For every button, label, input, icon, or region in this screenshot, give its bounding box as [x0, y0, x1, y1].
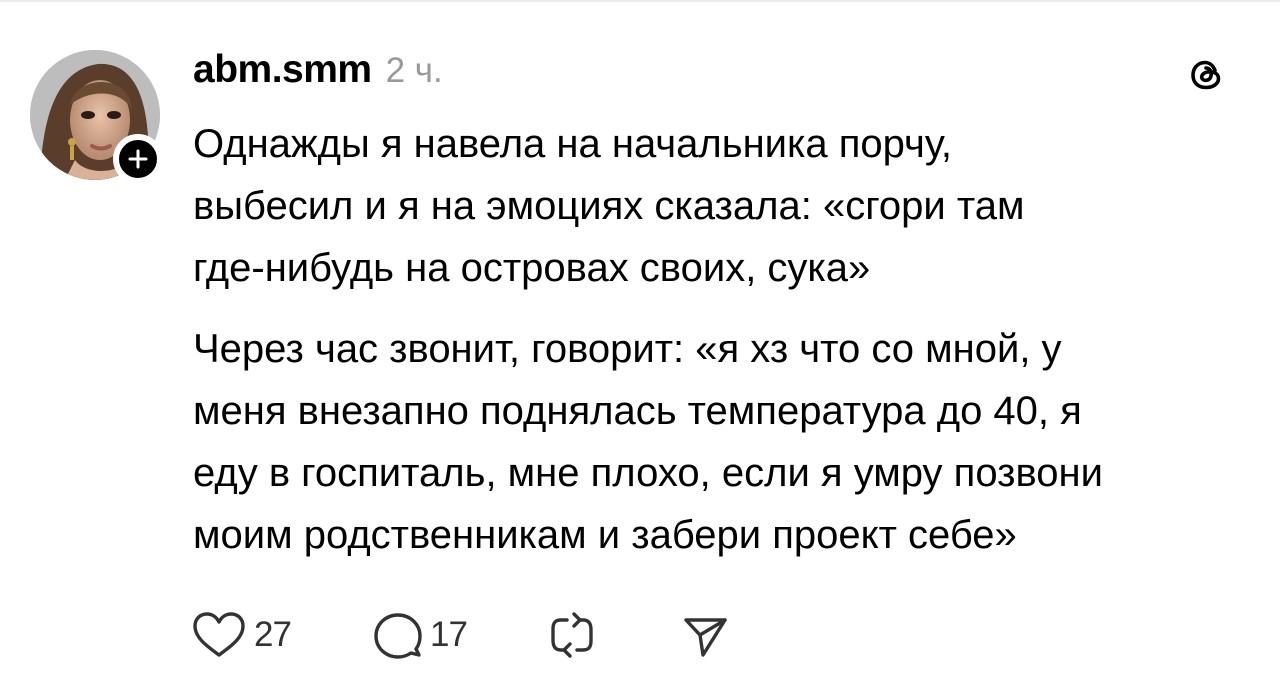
repost-button[interactable] — [547, 610, 597, 660]
post-paragraph-1: Однажды я навела на начальника порчу, вы… — [193, 122, 1025, 290]
post-header: abm.smm 2 ч. — [193, 48, 443, 98]
username[interactable]: abm.smm — [193, 48, 372, 92]
comment-icon — [374, 613, 422, 659]
threads-logo-icon — [1182, 51, 1230, 99]
reply-count: 17 — [430, 615, 468, 654]
follow-button[interactable] — [113, 134, 163, 184]
reply-button[interactable]: 17 — [372, 609, 547, 661]
plus-icon — [128, 149, 148, 169]
post-paragraph-2: Через час звонит, говорит: «я хз что со … — [193, 327, 1103, 557]
threads-post: abm.smm 2 ч. Однажды я навела на начальн… — [0, 0, 1280, 677]
repost-icon — [551, 612, 593, 658]
like-button[interactable]: 27 — [190, 610, 310, 660]
post-actions: 27 17 — [190, 607, 729, 663]
heart-icon — [193, 612, 245, 657]
post-timestamp: 2 ч. — [385, 51, 443, 90]
share-icon — [684, 618, 727, 657]
share-button[interactable] — [681, 611, 729, 659]
top-divider — [0, 0, 1280, 2]
post-text: Однажды я навела на начальника порчу, вы… — [193, 113, 1263, 566]
like-count: 27 — [254, 615, 292, 654]
